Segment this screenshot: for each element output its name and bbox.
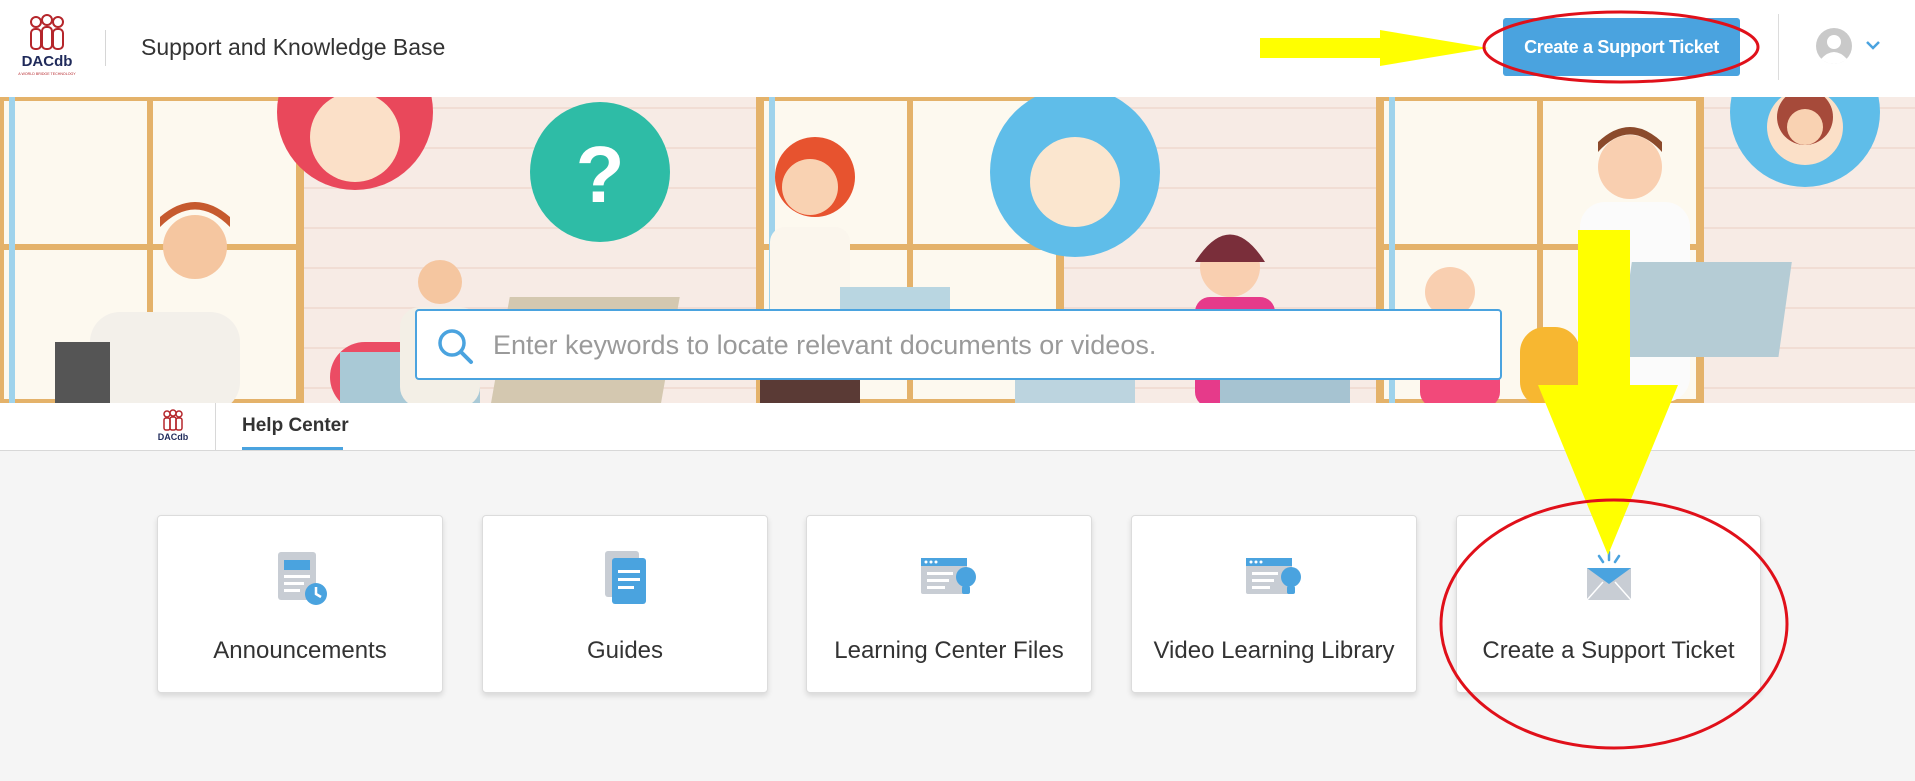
top-header: DACdb A WORLD BRIDGE TECHNOLOGY Support …	[0, 0, 1915, 97]
search-icon	[438, 329, 473, 364]
tab-divider	[215, 403, 216, 451]
site-title: Support and Knowledge Base	[141, 34, 446, 60]
tab-help-center[interactable]: Help Center	[242, 415, 349, 437]
section-tab-bar: DACdb Help Center	[0, 403, 1915, 451]
header-divider	[105, 30, 106, 66]
search-box[interactable]	[415, 309, 1502, 380]
create-support-ticket-button[interactable]: Create a Support Ticket	[1503, 18, 1740, 76]
card-create-support-ticket[interactable]: Create a Support Ticket	[1456, 515, 1761, 693]
svg-text:?: ?	[576, 130, 625, 219]
logo-tagline: A WORLD BRIDGE TECHNOLOGY	[18, 72, 76, 76]
card-label: Guides	[586, 637, 664, 664]
active-tab-indicator	[242, 447, 343, 450]
card-label: Video Learning Library	[1153, 637, 1395, 664]
dacdb-logo[interactable]: DACdb A WORLD BRIDGE TECHNOLOGY	[14, 14, 80, 80]
card-video-learning-library[interactable]: Video Learning Library	[1131, 515, 1417, 693]
envelope-icon	[1585, 550, 1632, 601]
user-avatar-icon[interactable]	[1815, 27, 1853, 65]
hero-banner: ?	[0, 97, 1915, 403]
card-learning-center-files[interactable]: Learning Center Files	[806, 515, 1092, 693]
search-input[interactable]	[493, 321, 1483, 369]
chevron-down-icon[interactable]	[1864, 38, 1882, 52]
video-library-icon	[1246, 558, 1301, 594]
header-separator	[1778, 14, 1779, 80]
card-guides[interactable]: Guides	[482, 515, 768, 693]
announcement-icon	[278, 552, 327, 605]
card-label: Create a Support Ticket	[1482, 637, 1735, 664]
card-label: Announcements	[213, 637, 387, 664]
learning-files-icon	[921, 558, 976, 594]
logo-wordmark: DACdb	[22, 53, 73, 70]
small-logo-wordmark: DACdb	[158, 432, 189, 442]
guide-document-icon	[605, 551, 646, 604]
card-announcements[interactable]: Announcements	[157, 515, 443, 693]
card-label: Learning Center Files	[834, 637, 1064, 664]
small-dacdb-logo[interactable]: DACdb	[154, 409, 192, 445]
